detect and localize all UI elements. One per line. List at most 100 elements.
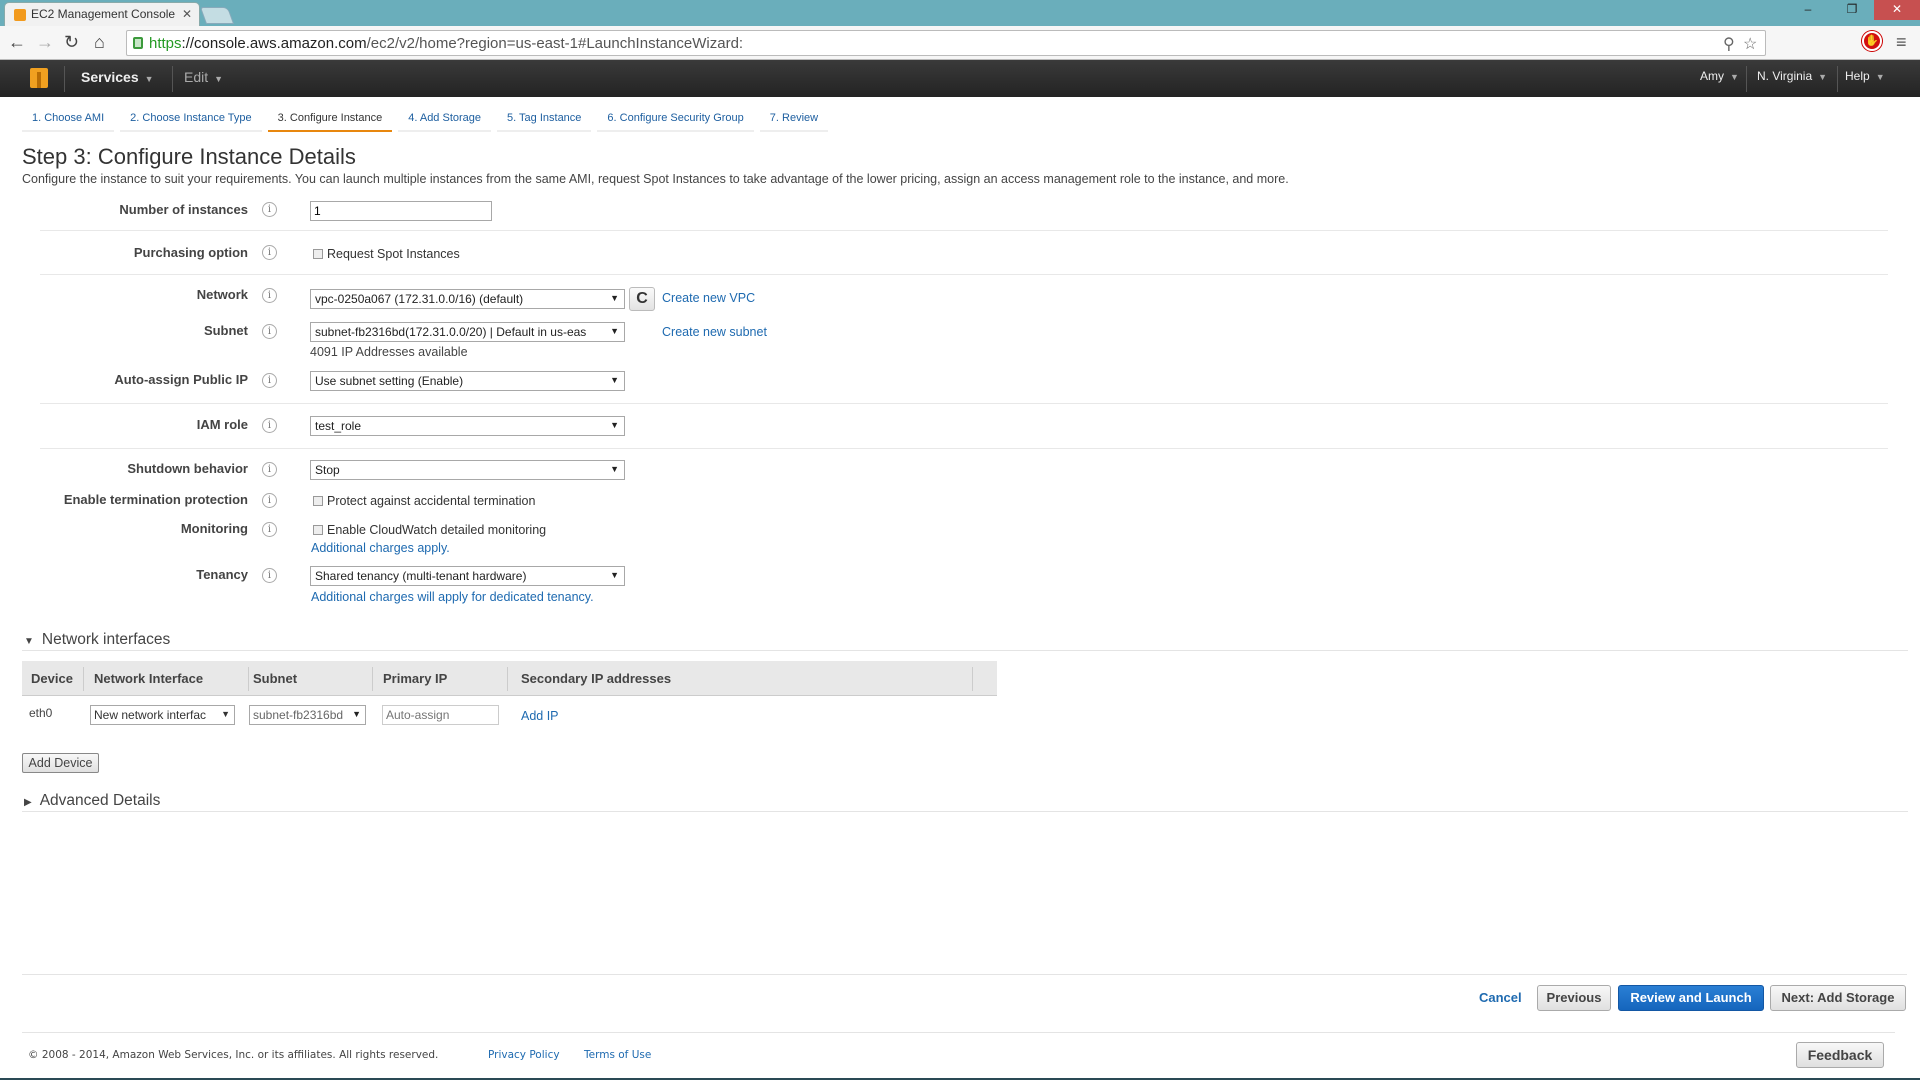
- home-icon[interactable]: ⌂: [94, 32, 105, 52]
- reload-icon[interactable]: ↻: [64, 32, 79, 52]
- minimize-button[interactable]: –: [1786, 0, 1830, 20]
- create-new-vpc-link[interactable]: Create new VPC: [662, 291, 755, 305]
- privacy-policy-link[interactable]: Privacy Policy: [488, 1049, 560, 1061]
- column-divider: [372, 667, 373, 691]
- edit-menu[interactable]: Edit ▼: [184, 69, 223, 85]
- copyright-text: © 2008 - 2014, Amazon Web Services, Inc.…: [28, 1049, 439, 1061]
- table-header: Device Network Interface Subnet Primary …: [22, 661, 997, 696]
- network-select[interactable]: vpc-0250a067 (172.31.0.0/16) (default) ▼: [310, 289, 625, 309]
- nav-divider: [1746, 66, 1747, 92]
- termination-protection-checkbox[interactable]: Protect against accidental termination: [313, 494, 535, 508]
- close-window-button[interactable]: ✕: [1874, 0, 1920, 20]
- device-cell: eth0: [29, 706, 53, 720]
- add-ip-link[interactable]: Add IP: [521, 709, 559, 723]
- review-and-launch-button[interactable]: Review and Launch: [1618, 985, 1764, 1011]
- window-controls: – ❐ ✕: [1786, 0, 1920, 20]
- add-device-button[interactable]: Add Device: [22, 753, 99, 773]
- network-interface-select[interactable]: New network interfac ▼: [90, 705, 235, 725]
- chevron-down-icon: ▼: [214, 74, 224, 84]
- terms-of-use-link[interactable]: Terms of Use: [584, 1049, 651, 1061]
- tab-close-icon[interactable]: ✕: [182, 3, 192, 25]
- refresh-icon[interactable]: C: [629, 287, 655, 311]
- purchasing-option-label: Purchasing option: [133, 245, 248, 260]
- dropdown-arrow-icon: ▼: [610, 375, 619, 385]
- wizard-tab-security-group[interactable]: 6. Configure Security Group: [597, 106, 754, 132]
- page-title: Step 3: Configure Instance Details: [22, 144, 356, 169]
- forward-arrow-icon[interactable]: →: [36, 32, 54, 52]
- num-instances-input[interactable]: [310, 201, 492, 221]
- user-menu[interactable]: Amy ▼: [1700, 69, 1739, 83]
- lock-icon: [133, 37, 143, 49]
- info-icon[interactable]: i: [262, 373, 277, 388]
- bookmark-star-icon[interactable]: ☆: [1743, 34, 1757, 54]
- dropdown-arrow-icon: ▼: [610, 293, 619, 303]
- info-icon[interactable]: i: [262, 568, 277, 583]
- search-icon[interactable]: ⚲: [1723, 34, 1735, 54]
- iam-role-select[interactable]: test_role ▼: [310, 416, 625, 436]
- feedback-button[interactable]: Feedback: [1796, 1042, 1884, 1068]
- cancel-link[interactable]: Cancel: [1479, 990, 1522, 1005]
- help-menu[interactable]: Help ▼: [1845, 69, 1885, 83]
- spot-instances-checkbox[interactable]: Request Spot Instances: [313, 247, 460, 261]
- wizard-tab-add-storage[interactable]: 4. Add Storage: [398, 106, 492, 132]
- info-icon[interactable]: i: [262, 245, 277, 260]
- info-icon[interactable]: i: [262, 418, 277, 433]
- browser-tab[interactable]: EC2 Management Console ✕: [4, 2, 200, 26]
- chrome-menu-icon[interactable]: ≡: [1896, 32, 1907, 53]
- dropdown-arrow-icon: ▼: [221, 709, 230, 719]
- wizard-tab-review[interactable]: 7. Review: [759, 106, 829, 132]
- wizard-tab-choose-instance-type[interactable]: 2. Choose Instance Type: [120, 106, 262, 132]
- page-description: Configure the instance to suit your requ…: [22, 172, 1289, 186]
- chevron-down-icon: ▼: [1730, 72, 1739, 82]
- ni-subnet-select[interactable]: subnet-fb2316bd ▼: [249, 705, 366, 725]
- wizard-tab-tag-instance[interactable]: 5. Tag Instance: [497, 106, 592, 132]
- chevron-down-icon: ▼: [1818, 72, 1828, 82]
- wizard-tab-configure-instance[interactable]: 3. Configure Instance: [267, 106, 393, 132]
- num-instances-label: Number of instances: [119, 202, 248, 217]
- new-tab-button[interactable]: [199, 7, 235, 24]
- browser-toolbar: ← → ↻ ⌂ https://console.aws.amazon.com/e…: [0, 26, 1920, 60]
- col-network-interface: Network Interface: [94, 671, 204, 686]
- network-label: Network: [196, 287, 248, 302]
- previous-button[interactable]: Previous: [1537, 985, 1611, 1011]
- divider: [40, 274, 1888, 275]
- additional-charges-link[interactable]: Additional charges apply.: [311, 541, 450, 555]
- primary-ip-input[interactable]: [382, 705, 499, 725]
- col-secondary-ip: Secondary IP addresses: [521, 671, 672, 686]
- nav-divider: [64, 66, 65, 92]
- next-add-storage-button[interactable]: Next: Add Storage: [1770, 985, 1906, 1011]
- dedicated-tenancy-link[interactable]: Additional charges will apply for dedica…: [311, 590, 594, 604]
- wizard-tab-choose-ami[interactable]: 1. Choose AMI: [22, 106, 115, 132]
- cloudwatch-monitoring-checkbox[interactable]: Enable CloudWatch detailed monitoring: [313, 523, 546, 537]
- col-subnet: Subnet: [253, 671, 298, 686]
- restore-button[interactable]: ❐: [1830, 0, 1874, 20]
- info-icon[interactable]: i: [262, 462, 277, 477]
- col-device: Device: [31, 671, 73, 686]
- public-ip-select[interactable]: Use subnet setting (Enable) ▼: [310, 371, 625, 391]
- column-divider: [972, 667, 973, 691]
- subnet-select[interactable]: subnet-fb2316bd(172.31.0.0/20) | Default…: [310, 322, 625, 342]
- info-icon[interactable]: i: [262, 202, 277, 217]
- aws-nav-bar: Services ▼ Edit ▼ Amy ▼ N. Virginia ▼ Help ▼: [0, 60, 1920, 97]
- shutdown-behavior-select[interactable]: Stop ▼: [310, 460, 625, 480]
- address-bar[interactable]: https://console.aws.amazon.com/ec2/v2/ho…: [126, 30, 1766, 56]
- info-icon[interactable]: i: [262, 324, 277, 339]
- monitoring-label: Monitoring: [180, 521, 248, 536]
- checkbox-icon: [313, 496, 323, 506]
- termination-protection-label: Enable termination protection: [63, 492, 248, 507]
- info-icon[interactable]: i: [262, 493, 277, 508]
- triangle-down-icon: ▼: [24, 636, 34, 647]
- network-interfaces-toggle[interactable]: ▼ Network interfaces: [24, 631, 170, 649]
- create-new-subnet-link[interactable]: Create new subnet: [662, 325, 767, 339]
- tenancy-select[interactable]: Shared tenancy (multi-tenant hardware) ▼: [310, 566, 625, 586]
- info-icon[interactable]: i: [262, 288, 277, 303]
- back-arrow-icon[interactable]: ←: [8, 32, 26, 52]
- region-menu[interactable]: N. Virginia ▼: [1757, 69, 1827, 83]
- advanced-details-toggle[interactable]: ▶ Advanced Details: [24, 792, 160, 810]
- aws-logo-icon[interactable]: [30, 68, 48, 88]
- triangle-right-icon: ▶: [24, 797, 32, 808]
- adblock-icon[interactable]: ✋: [1862, 31, 1882, 51]
- url-text: https://console.aws.amazon.com/ec2/v2/ho…: [149, 35, 744, 52]
- info-icon[interactable]: i: [262, 522, 277, 537]
- services-menu[interactable]: Services ▼: [81, 69, 154, 85]
